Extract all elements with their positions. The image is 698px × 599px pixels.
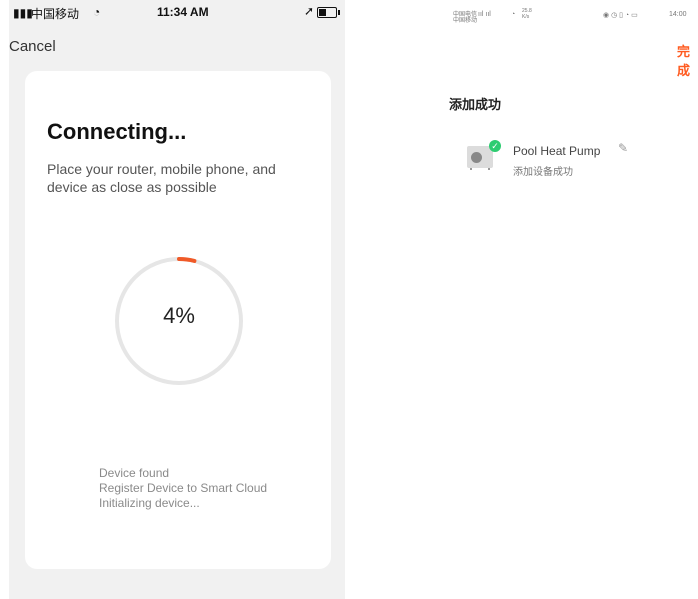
network-speed: 25.8 K/s — [522, 8, 532, 20]
battery-icon — [317, 7, 340, 18]
check-icon: ✓ — [489, 140, 501, 152]
status-time: 14:00 — [669, 11, 687, 18]
cancel-button[interactable]: Cancel — [9, 38, 56, 55]
progress-ring: 4% — [113, 255, 245, 387]
eye-icon: ◉ — [603, 12, 610, 19]
status-bar: 中国电信 中国移动 ııl ııl ◔ 25.8 K/s ◉ ◷ ▯ ◔ ▭ 14… — [445, 8, 698, 24]
connecting-card: Connecting... Place your router, mobile … — [25, 71, 331, 569]
step-item: Initializing device... — [99, 496, 200, 510]
device-name: Pool Heat Pump — [513, 144, 601, 158]
device-row[interactable]: ✓ Pool Heat Pump ✎ 添加设备成功 — [463, 136, 693, 178]
status-bar: ▮▮▮ 中国移动 ◔ 11:34 AM ➚ — [9, 0, 345, 24]
signal-icon: ▮▮▮ — [13, 6, 33, 20]
battery-icon: ▭ — [631, 12, 638, 19]
device-status: 添加设备成功 — [513, 167, 573, 178]
connection-steps: Device found Register Device to Smart Cl… — [99, 466, 267, 511]
carrier-label: 中国移动 — [31, 7, 80, 21]
connecting-title: Connecting... — [47, 119, 187, 144]
done-button[interactable]: 完成 — [677, 41, 698, 79]
wifi-icon: ◔ — [93, 5, 101, 19]
location-icon: ➚ — [304, 4, 315, 18]
step-item: Device found — [99, 466, 170, 480]
left-phone-screen: ▮▮▮ 中国移动 ◔ 11:34 AM ➚ Cancel Connecting.… — [9, 0, 345, 599]
signal-icon: ııl ııl — [478, 11, 491, 18]
carrier-2: 中国移动 — [453, 18, 478, 24]
step-item: Register Device to Smart Cloud — [99, 481, 268, 495]
success-title: 添加成功 — [449, 97, 502, 112]
alarm-icon: ◷ — [611, 12, 618, 19]
fan-icon — [471, 152, 482, 163]
edit-icon[interactable]: ✎ — [618, 141, 628, 155]
right-phone-screen: 中国电信 中国移动 ııl ııl ◔ 25.8 K/s ◉ ◷ ▯ ◔ ▭ 14… — [445, 0, 698, 599]
status-icons: ◉ ◷ ▯ ◔ ▭ — [603, 12, 638, 19]
progress-percent: 4% — [163, 303, 195, 328]
wifi-icon: ◔ — [511, 11, 516, 18]
connecting-description: Place your router, mobile phone, and dev… — [47, 161, 276, 195]
status-time: 11:34 AM — [157, 5, 209, 19]
